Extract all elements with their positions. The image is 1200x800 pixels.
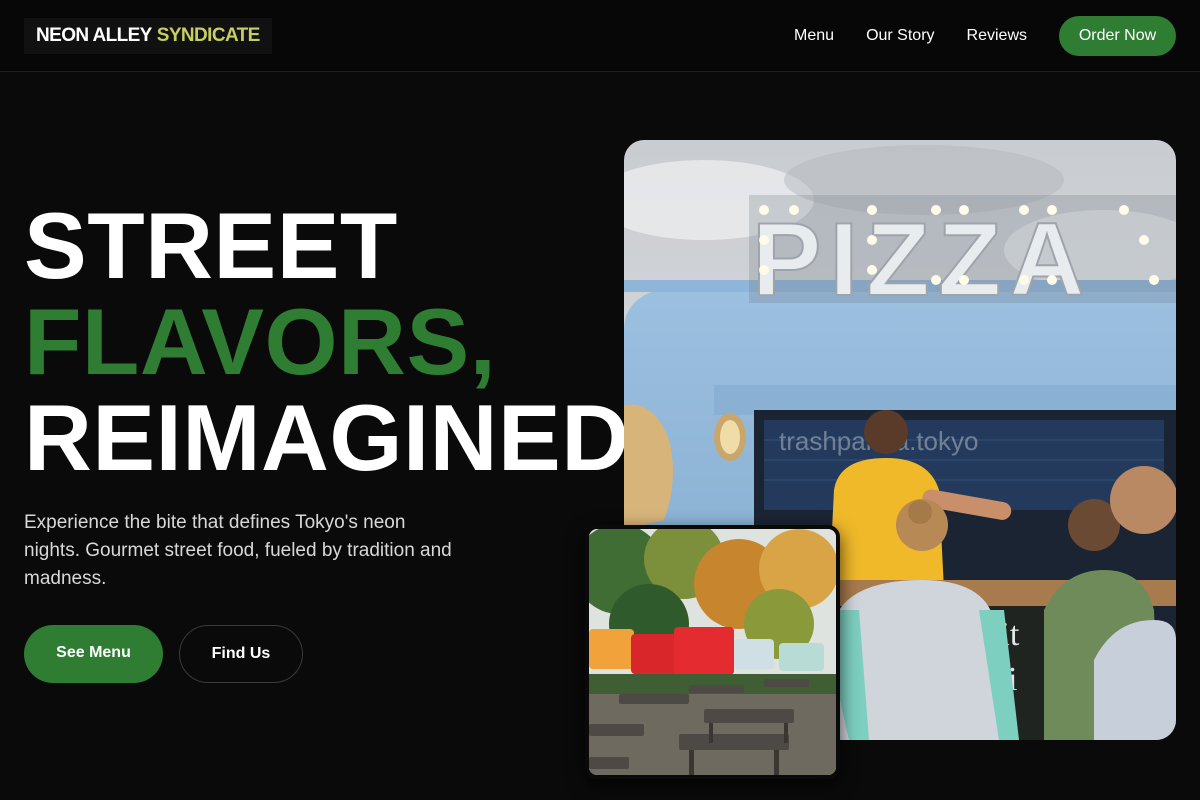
hero-subtitle: Experience the bite that defines Tokyo's…	[24, 512, 452, 589]
food-truck-park-photo	[585, 525, 840, 779]
brand-logo[interactable]: NEON ALLEY SYNDICATE	[24, 18, 272, 54]
site-header: NEON ALLEY SYNDICATE Menu Our Story Revi…	[0, 0, 1200, 72]
nav-link-reviews[interactable]: Reviews	[967, 27, 1027, 45]
headline-line-street: STREET	[24, 193, 398, 298]
nav-link-our-story[interactable]: Our Story	[866, 27, 934, 45]
find-us-button[interactable]: Find Us	[179, 625, 303, 683]
see-menu-button[interactable]: See Menu	[24, 625, 163, 683]
brand-name-part2: SYNDICATE	[156, 25, 261, 46]
headline-line-reimagined: REIMAGINED.	[24, 385, 657, 490]
headline-line-flavors: FLAVORS,	[24, 289, 497, 394]
order-now-button[interactable]: Order Now	[1059, 16, 1176, 56]
hero-headline: STREET FLAVORS, REIMAGINED.	[24, 198, 656, 486]
food-truck-park-illustration	[589, 529, 836, 775]
nav-link-menu[interactable]: Menu	[794, 27, 834, 45]
brand-name-part1: NEON ALLEY	[36, 25, 152, 46]
main-nav: Menu Our Story Reviews Order Now	[794, 16, 1176, 56]
pizza-sign-text: PIZZA	[752, 202, 1092, 318]
